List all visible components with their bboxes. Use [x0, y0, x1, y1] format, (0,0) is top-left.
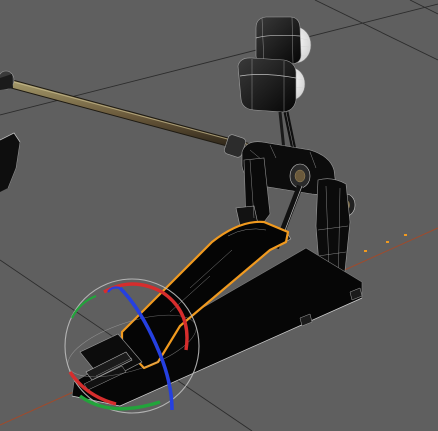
left-post[interactable] — [235, 157, 271, 227]
viewport-canvas[interactable] — [0, 0, 438, 431]
beater-rod[interactable] — [0, 70, 255, 158]
beater-head[interactable] — [237, 16, 312, 151]
offscreen-object-left[interactable] — [0, 132, 21, 192]
3d-viewport[interactable] — [0, 0, 438, 431]
ground-grid — [0, 0, 438, 431]
